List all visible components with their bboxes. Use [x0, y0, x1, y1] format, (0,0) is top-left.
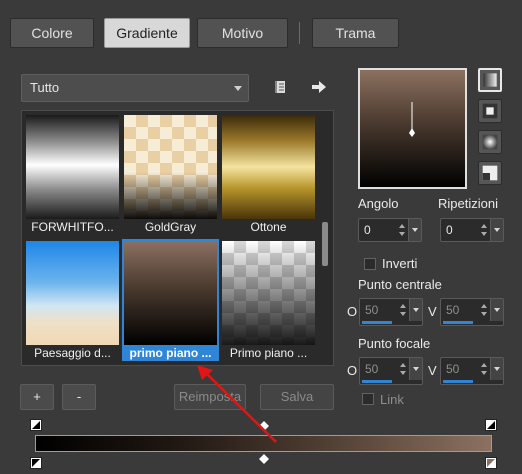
- gradient-gallery: FORWHITFO... GoldGray Ottone Paesaggio d…: [21, 110, 334, 366]
- tab-gradient[interactable]: Gradiente: [104, 18, 190, 48]
- angle-handle-icon[interactable]: [405, 100, 419, 138]
- rectangular-gradient-style-icon[interactable]: [478, 99, 502, 123]
- gradient-item[interactable]: Ottone: [220, 113, 317, 235]
- center-h-value: 50: [365, 303, 379, 317]
- category-dropdown-value: Tutto: [30, 80, 60, 95]
- link-checkbox[interactable]: [362, 393, 374, 405]
- dropdown-arrow-icon[interactable]: [490, 219, 503, 241]
- gradient-item-label: FORWHITFO...: [31, 220, 114, 234]
- arrow-right-icon[interactable]: [310, 78, 328, 96]
- focal-v-input[interactable]: 50: [440, 357, 504, 385]
- tab-pattern[interactable]: Motivo: [197, 18, 288, 48]
- dropdown-arrow-icon[interactable]: [409, 358, 422, 380]
- gradient-thumbnail: [26, 241, 119, 345]
- gradient-item[interactable]: Primo piano ...: [220, 239, 317, 361]
- center-v-value: 50: [446, 303, 460, 317]
- linear-gradient-style-icon[interactable]: [478, 68, 502, 92]
- repeats-value: 0: [446, 223, 453, 237]
- center-v-label: V: [428, 304, 437, 319]
- tab-color[interactable]: Colore: [10, 18, 94, 48]
- tab-texture[interactable]: Trama: [312, 18, 399, 48]
- gradient-thumbnail: [124, 241, 217, 345]
- gradient-item-label: primo piano ...: [129, 346, 212, 360]
- gradient-thumbnail: [222, 241, 315, 345]
- center-point-label: Punto centrale: [358, 277, 442, 292]
- link-label: Link: [380, 392, 404, 407]
- focal-v-value: 50: [446, 362, 460, 376]
- focal-h-input[interactable]: 50: [359, 357, 423, 385]
- bottom-midpoint-marker-icon[interactable]: [259, 454, 269, 464]
- value-bar: [362, 380, 392, 383]
- gradient-item-label: GoldGray: [144, 220, 197, 234]
- add-gradient-button[interactable]: +: [20, 384, 54, 410]
- stepper-icon[interactable]: [399, 222, 407, 238]
- angle-input[interactable]: 0: [358, 218, 422, 242]
- library-icon[interactable]: [271, 78, 289, 96]
- stepper-icon[interactable]: [481, 302, 489, 318]
- chevron-down-icon: [234, 86, 242, 91]
- dropdown-arrow-icon[interactable]: [490, 358, 503, 380]
- value-bar: [362, 321, 392, 324]
- bottom-start-stop-icon[interactable]: [30, 457, 42, 469]
- center-h-label: O: [347, 304, 358, 319]
- gradient-item-label: Ottone: [250, 220, 287, 234]
- value-bar: [443, 321, 473, 324]
- dropdown-arrow-icon[interactable]: [408, 219, 421, 241]
- focal-h-label: O: [347, 363, 358, 378]
- gallery-scrollbar[interactable]: [320, 112, 330, 364]
- gradient-item[interactable]: FORWHITFO...: [24, 113, 121, 235]
- invert-checkbox[interactable]: [364, 258, 376, 270]
- gradient-item-selected[interactable]: primo piano ...: [122, 239, 219, 361]
- center-h-input[interactable]: 50: [359, 298, 423, 326]
- stepper-icon[interactable]: [400, 302, 408, 318]
- invert-label: Inverti: [382, 256, 418, 271]
- stepper-icon[interactable]: [481, 222, 489, 238]
- dropdown-arrow-icon[interactable]: [409, 299, 422, 321]
- focal-h-value: 50: [365, 362, 379, 376]
- value-bar: [443, 380, 473, 383]
- focal-v-label: V: [428, 363, 437, 378]
- top-end-stop-icon[interactable]: [485, 419, 497, 431]
- center-v-input[interactable]: 50: [440, 298, 504, 326]
- gradient-item[interactable]: GoldGray: [122, 113, 219, 235]
- dropdown-arrow-icon[interactable]: [490, 299, 503, 321]
- gradient-preview[interactable]: [358, 68, 467, 189]
- repeats-label: Ripetizioni: [438, 196, 498, 211]
- repeats-input[interactable]: 0: [440, 218, 504, 242]
- angle-value: 0: [364, 223, 371, 237]
- corner-gradient-style-icon[interactable]: [478, 161, 502, 185]
- scrollbar-thumb[interactable]: [322, 222, 328, 266]
- tab-separator: [299, 22, 300, 44]
- bottom-end-stop-icon[interactable]: [485, 457, 497, 469]
- remove-gradient-button[interactable]: -: [62, 384, 96, 410]
- top-start-stop-icon[interactable]: [30, 419, 42, 431]
- gradient-item-label: Paesaggio d...: [34, 346, 111, 360]
- gradient-item-label: Primo piano ...: [229, 346, 308, 360]
- angle-label: Angolo: [358, 196, 399, 211]
- focal-point-label: Punto focale: [358, 336, 431, 351]
- gradient-thumbnail: [26, 115, 119, 219]
- stepper-icon[interactable]: [400, 361, 408, 377]
- category-dropdown[interactable]: Tutto: [21, 74, 249, 102]
- gradient-item[interactable]: Paesaggio d...: [24, 239, 121, 361]
- stepper-icon[interactable]: [481, 361, 489, 377]
- radial-gradient-style-icon[interactable]: [478, 130, 502, 154]
- red-arrow-annotation-icon: [197, 365, 277, 443]
- gradient-thumbnail: [124, 115, 217, 219]
- gradient-thumbnail: [222, 115, 315, 219]
